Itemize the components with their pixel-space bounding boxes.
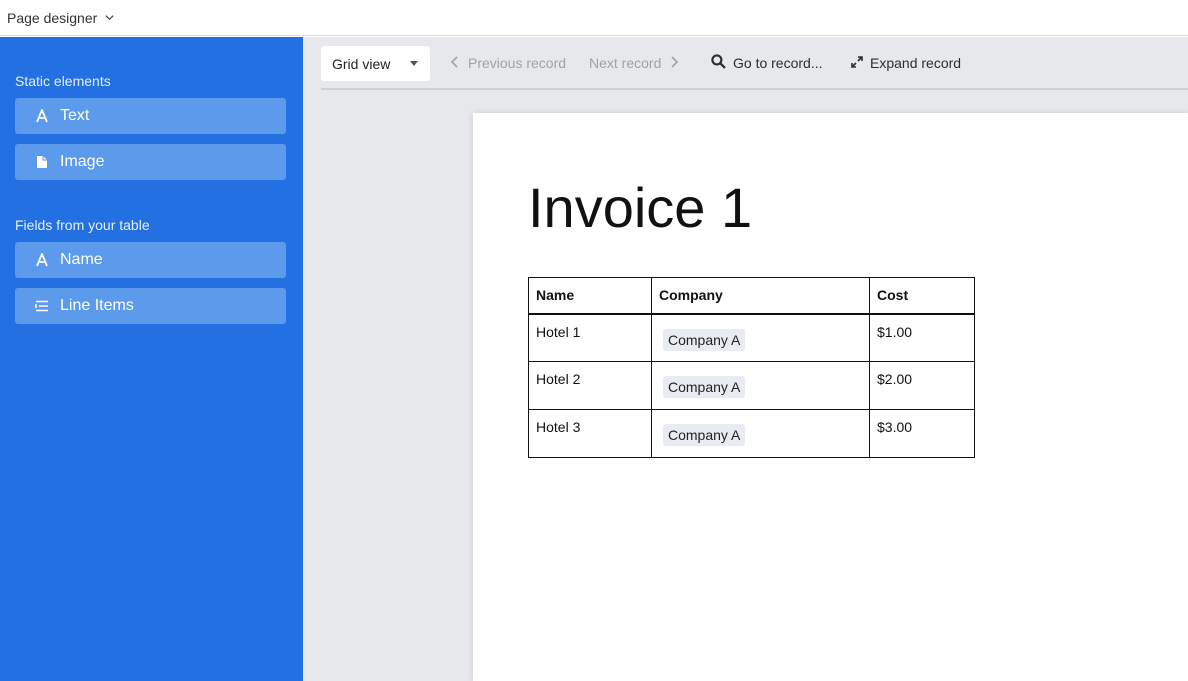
chevron-right-icon	[668, 55, 680, 71]
text-icon	[35, 252, 49, 268]
top-bar: Page designer	[0, 0, 1188, 36]
page-canvas: Invoice 1 Name Company Cost Hotel 1 Comp…	[473, 113, 1188, 681]
table-row: Hotel 1 Company A $1.00	[528, 313, 975, 362]
sidebar-item-line-items[interactable]: Line Items	[15, 288, 286, 324]
view-select[interactable]: Grid view	[321, 46, 430, 81]
search-icon	[711, 54, 726, 72]
company-chip: Company A	[663, 328, 746, 351]
sidebar-item-image[interactable]: Image	[15, 144, 286, 180]
column-header-cost: Cost	[869, 277, 975, 315]
expand-icon	[851, 55, 863, 71]
line-items-table[interactable]: Name Company Cost Hotel 1 Company A $1.0…	[528, 277, 975, 458]
app-title: Page designer	[7, 9, 98, 26]
chevron-down-icon	[104, 10, 115, 26]
caret-down-icon	[410, 61, 418, 66]
next-record-label: Next record	[589, 55, 662, 71]
list-icon	[35, 298, 49, 314]
go-to-record-button[interactable]: Go to record...	[711, 53, 822, 73]
cell-cost: $1.00	[869, 313, 975, 362]
cell-name: Hotel 3	[528, 409, 652, 458]
sidebar-item-label: Image	[60, 153, 105, 170]
cell-cost: $3.00	[869, 409, 975, 458]
table-row: Hotel 3 Company A $3.00	[528, 409, 975, 458]
column-header-name: Name	[528, 277, 652, 315]
table-row: Hotel 2 Company A $2.00	[528, 361, 975, 410]
cell-company: Company A	[651, 409, 870, 458]
sidebar-item-text[interactable]: Text	[15, 98, 286, 134]
column-header-company: Company	[651, 277, 870, 315]
next-record-button[interactable]: Next record	[589, 53, 680, 73]
sidebar-item-name[interactable]: Name	[15, 242, 286, 278]
cell-cost: $2.00	[869, 361, 975, 410]
previous-record-label: Previous record	[468, 55, 567, 71]
cell-company: Company A	[651, 361, 870, 410]
text-icon	[35, 108, 49, 124]
chevron-left-icon	[449, 55, 461, 71]
cell-company: Company A	[651, 313, 870, 362]
expand-record-label: Expand record	[870, 55, 962, 71]
table-header-row: Name Company Cost	[528, 277, 975, 315]
page-designer-menu[interactable]: Page designer	[7, 10, 115, 26]
fields-label: Fields from your table	[15, 217, 150, 233]
invoice-title[interactable]: Invoice 1	[528, 175, 752, 240]
view-select-value: Grid view	[332, 55, 391, 72]
main-area: Grid view Previous record Next record Go…	[303, 37, 1188, 681]
sidebar-item-label: Name	[60, 251, 103, 268]
cell-name: Hotel 1	[528, 313, 652, 362]
cell-name: Hotel 2	[528, 361, 652, 410]
file-icon	[35, 154, 49, 170]
static-elements-label: Static elements	[15, 73, 111, 89]
previous-record-button[interactable]: Previous record	[449, 53, 566, 73]
company-chip: Company A	[663, 424, 746, 446]
company-chip: Company A	[663, 376, 746, 398]
go-to-record-label: Go to record...	[733, 55, 823, 71]
record-toolbar: Grid view Previous record Next record Go…	[321, 37, 1188, 90]
sidebar-item-label: Line Items	[60, 297, 134, 314]
sidebar-item-label: Text	[60, 107, 90, 124]
sidebar: Static elements Text Image Fields from y…	[0, 37, 303, 681]
expand-record-button[interactable]: Expand record	[851, 53, 961, 73]
